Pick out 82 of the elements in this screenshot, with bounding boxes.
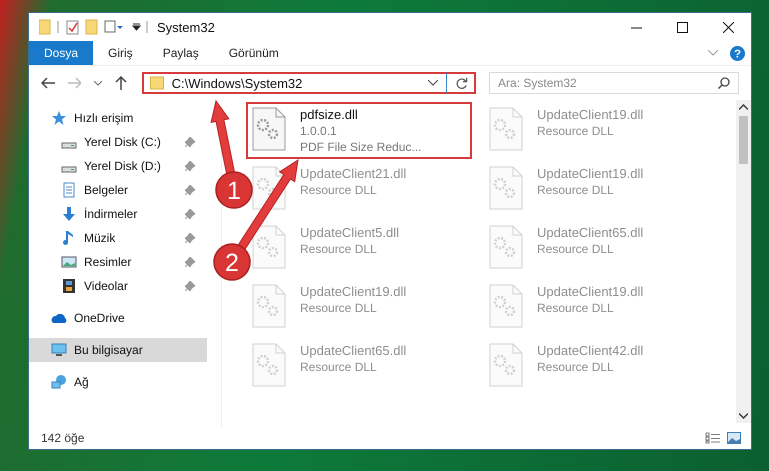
file-name: UpdateClient19.dll — [537, 284, 644, 299]
refresh-icon[interactable] — [455, 76, 468, 90]
pin-icon[interactable] — [185, 161, 195, 171]
address-bar[interactable]: C:\Windows\System32 — [142, 72, 476, 94]
up-arrow-icon[interactable] — [114, 76, 127, 90]
sidebar-item[interactable]: Videolar — [29, 274, 207, 298]
scrollbar-thumb[interactable] — [739, 116, 748, 164]
sidebar-item[interactable]: İndirmeler — [29, 202, 207, 226]
file-detail: PDF File Size Reduc... — [300, 140, 422, 154]
large-icons-view-icon[interactable] — [727, 432, 741, 444]
file-name: UpdateClient19.dll — [537, 107, 644, 122]
chevron-up-icon[interactable] — [739, 104, 748, 110]
file-name: UpdateClient21.dll — [300, 166, 406, 181]
file-name: UpdateClient65.dll — [537, 225, 644, 240]
sidebar-item[interactable]: Yerel Disk (D:) — [29, 154, 207, 178]
chevron-down-icon[interactable] — [94, 80, 102, 86]
step-callout: 1 — [210, 100, 253, 209]
scrollbar[interactable] — [736, 100, 751, 423]
sidebar-item[interactable]: Yerel Disk (C:) — [29, 130, 207, 154]
sidebar-item[interactable]: OneDrive — [29, 306, 207, 330]
file-detail: Resource DLL — [300, 183, 378, 197]
network-icon — [51, 374, 67, 390]
pin-icon[interactable] — [185, 281, 195, 291]
forward-arrow-icon[interactable] — [68, 77, 82, 89]
star-icon — [51, 110, 67, 126]
sidebar-item[interactable]: Ağ — [29, 370, 207, 394]
sidebar-item[interactable]: Müzik — [29, 226, 207, 250]
gear-file-icon — [252, 225, 286, 269]
pin-icon[interactable] — [185, 209, 195, 219]
gear-file-icon — [489, 284, 523, 328]
quick-access-toolbar-icon[interactable] — [39, 19, 149, 35]
file-detail: Resource DLL — [537, 242, 615, 256]
gear-file-icon — [489, 225, 523, 269]
gear-file-icon — [252, 284, 286, 328]
pin-icon[interactable] — [185, 185, 195, 195]
video-icon — [61, 278, 77, 294]
gear-file-icon — [489, 343, 523, 387]
ribbon-tab[interactable]: Dosya — [29, 41, 94, 65]
file-detail: Resource DLL — [537, 360, 615, 374]
file-name: UpdateClient42.dll — [537, 343, 644, 358]
search-field[interactable]: Ara: System32 — [489, 72, 740, 94]
sidebar-item[interactable]: Belgeler — [29, 178, 207, 202]
gear-file-icon — [252, 107, 286, 151]
chevron-down-icon[interactable] — [428, 80, 438, 86]
file-name: UpdateClient19.dll — [300, 284, 406, 299]
gear-file-icon — [489, 107, 523, 151]
search-icon — [718, 77, 730, 89]
file-detail: 1.0.0.1 — [300, 124, 338, 138]
item-count: 142 öğe — [41, 431, 84, 445]
file-name: UpdateClient65.dll — [300, 343, 406, 358]
gear-file-icon — [489, 166, 523, 210]
sidebar-item[interactable]: Hızlı erişim — [29, 106, 207, 130]
file-item[interactable]: pdfsize.dll 1.0.0.1 PDF File Size Reduc... — [246, 102, 472, 159]
sidebar-item[interactable]: Resimler — [29, 250, 207, 274]
drive-icon — [61, 166, 77, 172]
maximize-icon — [676, 22, 688, 32]
picture-icon — [61, 254, 77, 270]
drive-icon — [61, 142, 77, 148]
file-detail: Resource DLL — [300, 242, 378, 256]
file-detail: Resource DLL — [537, 301, 615, 315]
window-title: System32 — [157, 20, 215, 34]
pin-icon[interactable] — [185, 257, 195, 267]
document-icon — [61, 182, 77, 198]
computer-icon — [51, 342, 67, 358]
file-name: UpdateClient19.dll — [537, 166, 644, 181]
sidebar-item[interactable]: Bu bilgisayar — [29, 338, 207, 362]
back-arrow-icon[interactable] — [41, 77, 55, 89]
file-name: pdfsize.dll — [300, 107, 359, 122]
gear-file-icon — [252, 343, 286, 387]
download-icon — [61, 206, 77, 222]
pin-icon[interactable] — [185, 233, 195, 243]
file-detail: Resource DLL — [300, 301, 378, 315]
chevron-down-icon[interactable] — [739, 413, 748, 419]
pin-icon[interactable] — [185, 137, 195, 147]
file-name: UpdateClient5.dll — [300, 225, 400, 240]
file-detail: Resource DLL — [537, 124, 615, 138]
details-view-icon[interactable] — [705, 432, 721, 444]
file-detail: Resource DLL — [537, 183, 615, 197]
help-icon[interactable]: ? — [730, 46, 745, 60]
file-detail: Resource DLL — [300, 360, 378, 374]
close-icon — [722, 22, 734, 32]
folder-icon — [150, 76, 164, 90]
